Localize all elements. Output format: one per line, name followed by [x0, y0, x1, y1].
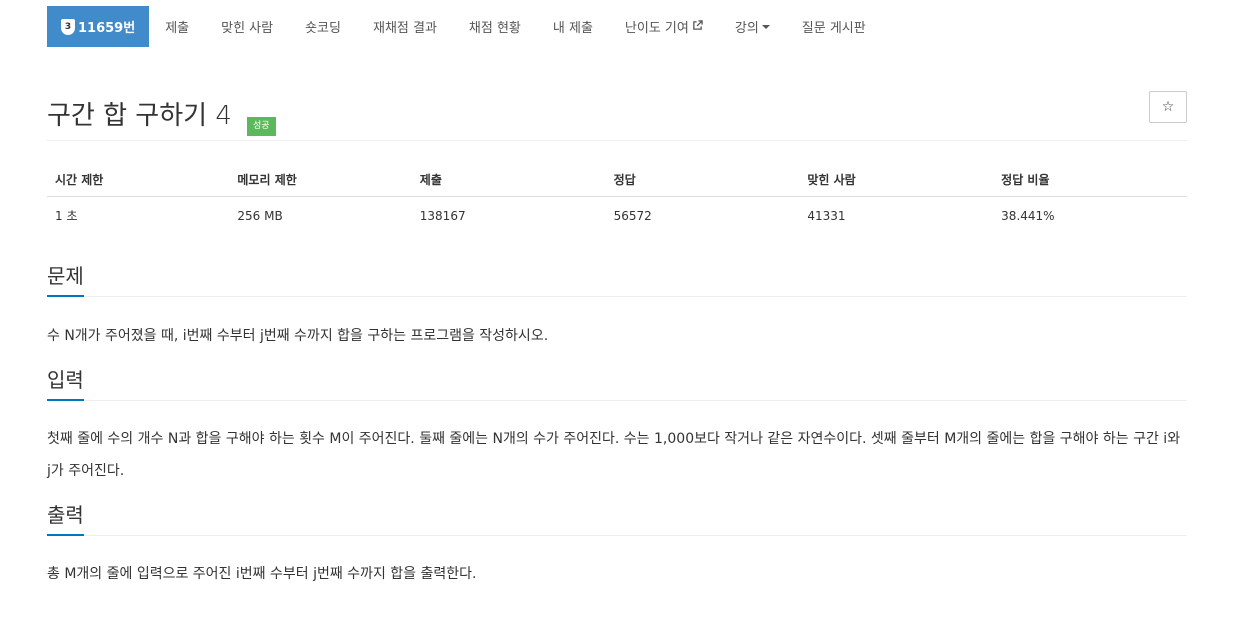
tab-label: 질문 게시판	[801, 21, 866, 36]
tab-status[interactable]: 채점 현황	[453, 6, 537, 47]
accepted-value: 56572	[613, 208, 652, 223]
accept-ratio-value: 38.441%	[1001, 208, 1055, 223]
tab-submit[interactable]: 제출	[149, 6, 205, 47]
section-title: 출력	[47, 499, 84, 536]
column-header: 맞힌 사람	[799, 165, 994, 197]
table-row: 1 초 256 MB 138167 56572 41331 38.441%	[47, 197, 1187, 233]
problem-menu: 3 11659번 제출 맞힌 사람 숏코딩 재채점 결과 채점 현황 내 제출 …	[47, 6, 1187, 47]
tab-label: 채점 현황	[468, 21, 521, 36]
problem-info-table: 시간 제한 메모리 제한 제출 정답 맞힌 사람 정답 비율 1 초 256 M…	[47, 165, 1187, 232]
tab-my-submissions[interactable]: 내 제출	[537, 6, 609, 47]
tab-question-board[interactable]: 질문 게시판	[786, 6, 882, 47]
tab-rejudge-results[interactable]: 재채점 결과	[357, 6, 453, 47]
tab-label: 11659번	[78, 21, 136, 36]
problem-header: 구간 합 구하기 4 성공 ☆	[47, 85, 1187, 141]
tab-problem-number[interactable]: 3 11659번	[47, 6, 150, 47]
tab-label: 내 제출	[552, 21, 593, 36]
section-header: 출력	[47, 499, 1187, 536]
star-icon: ☆	[1161, 99, 1175, 115]
page-title: 구간 합 구하기 4	[47, 101, 232, 131]
section-title: 문제	[47, 260, 84, 297]
problem-description-section: 문제 수 N개가 주어졌을 때, i번째 수부터 j번째 수까지 합을 구하는 …	[47, 260, 1187, 352]
column-header: 정답 비율	[993, 165, 1187, 197]
column-header: 제출	[411, 165, 606, 197]
section-title: 입력	[47, 364, 84, 401]
favorite-button[interactable]: ☆	[1149, 91, 1187, 123]
tab-label: 난이도 기여	[624, 21, 689, 36]
status-badge: 성공	[247, 117, 276, 136]
section-body: 총 M개의 줄에 입력으로 주어진 i번째 수부터 j번째 수까지 합을 출력한…	[47, 566, 477, 582]
time-limit-value: 1 초	[55, 209, 78, 223]
problem-page: 3 11659번 제출 맞힌 사람 숏코딩 재채점 결과 채점 현황 내 제출 …	[47, 6, 1187, 590]
column-header: 정답	[605, 165, 800, 197]
tab-label: 맞힌 사람	[221, 21, 274, 36]
tier-icon: 3	[61, 18, 75, 35]
solved-users-value: 41331	[807, 208, 846, 223]
external-link-icon	[692, 19, 703, 34]
tab-difficulty-contribution[interactable]: 난이도 기여	[609, 6, 719, 47]
column-header: 시간 제한	[47, 165, 230, 197]
output-section: 출력 총 M개의 줄에 입력으로 주어진 i번째 수부터 j번째 수까지 합을 …	[47, 499, 1187, 590]
section-body: 첫째 줄에 수의 개수 N과 합을 구해야 하는 횟수 M이 주어진다. 둘째 …	[47, 431, 1181, 479]
tab-label: 재채점 결과	[372, 21, 437, 36]
tab-short-coding[interactable]: 숏코딩	[289, 6, 357, 47]
section-header: 문제	[47, 260, 1187, 297]
column-header: 메모리 제한	[229, 165, 412, 197]
section-header: 입력	[47, 364, 1187, 401]
memory-limit-value: 256 MB	[237, 208, 283, 223]
table-header-row: 시간 제한 메모리 제한 제출 정답 맞힌 사람 정답 비율	[47, 165, 1187, 197]
tab-label: 제출	[165, 21, 190, 36]
submissions-value: 138167	[419, 208, 466, 223]
tab-label: 강의	[734, 21, 759, 36]
tab-lectures[interactable]: 강의	[719, 6, 786, 47]
section-body: 수 N개가 주어졌을 때, i번째 수부터 j번째 수까지 합을 구하는 프로그…	[47, 328, 549, 344]
input-section: 입력 첫째 줄에 수의 개수 N과 합을 구해야 하는 횟수 M이 주어진다. …	[47, 364, 1187, 487]
tab-solved-users[interactable]: 맞힌 사람	[205, 6, 289, 47]
chevron-down-icon	[761, 24, 770, 29]
tab-label: 숏코딩	[305, 21, 341, 36]
